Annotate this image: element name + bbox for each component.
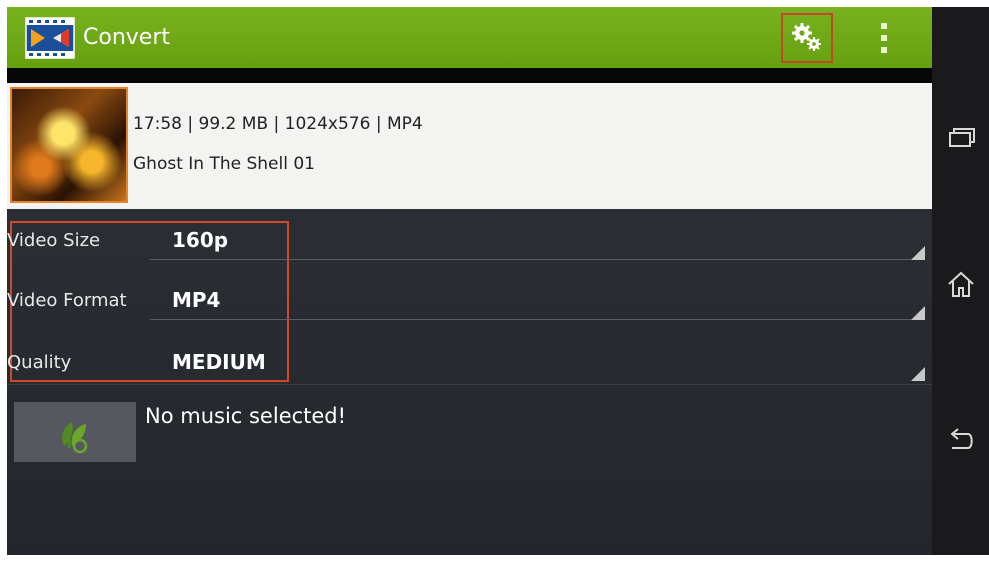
app-title: Convert — [83, 25, 170, 50]
back-icon[interactable] — [946, 425, 976, 455]
video-format-label: Video Format — [7, 290, 127, 311]
video-size-underline — [150, 259, 925, 260]
video-title: Ghost In The Shell 01 — [133, 154, 315, 174]
music-leaf-icon — [62, 422, 88, 454]
vertical-dots-icon[interactable] — [872, 19, 896, 57]
device-frame: Convert 17:58 | 99.2 MB | 1024x576 | MP4… — [7, 7, 989, 555]
music-status-text: No music selected! — [145, 404, 347, 428]
action-bar: Convert — [7, 7, 932, 68]
add-music-button[interactable] — [14, 402, 136, 462]
video-metadata: 17:58 | 99.2 MB | 1024x576 | MP4 — [133, 114, 423, 134]
video-info-header[interactable]: 17:58 | 99.2 MB | 1024x576 | MP4 Ghost I… — [7, 83, 932, 209]
action-bar-shadow — [7, 68, 932, 83]
video-size-label: Video Size — [7, 230, 101, 251]
settings-button[interactable] — [781, 13, 833, 63]
system-navigation-bar — [932, 7, 989, 555]
video-format-underline — [150, 319, 925, 320]
clapperboard-logo-icon[interactable] — [25, 17, 75, 59]
video-format-value[interactable]: MP4 — [172, 287, 220, 313]
settings-divider — [7, 384, 932, 385]
quality-value[interactable]: MEDIUM — [172, 349, 266, 375]
quality-label: Quality — [7, 352, 72, 373]
video-format-spinner-indicator — [911, 306, 925, 320]
recent-apps-icon[interactable] — [946, 123, 976, 153]
video-thumbnail[interactable] — [10, 87, 128, 203]
video-size-value[interactable]: 160p — [172, 227, 228, 253]
app-screen: Convert 17:58 | 99.2 MB | 1024x576 | MP4… — [7, 7, 932, 555]
quality-spinner-indicator — [911, 367, 925, 381]
video-size-spinner-indicator — [911, 246, 925, 260]
home-icon[interactable] — [946, 269, 976, 299]
gears-icon — [792, 23, 821, 51]
